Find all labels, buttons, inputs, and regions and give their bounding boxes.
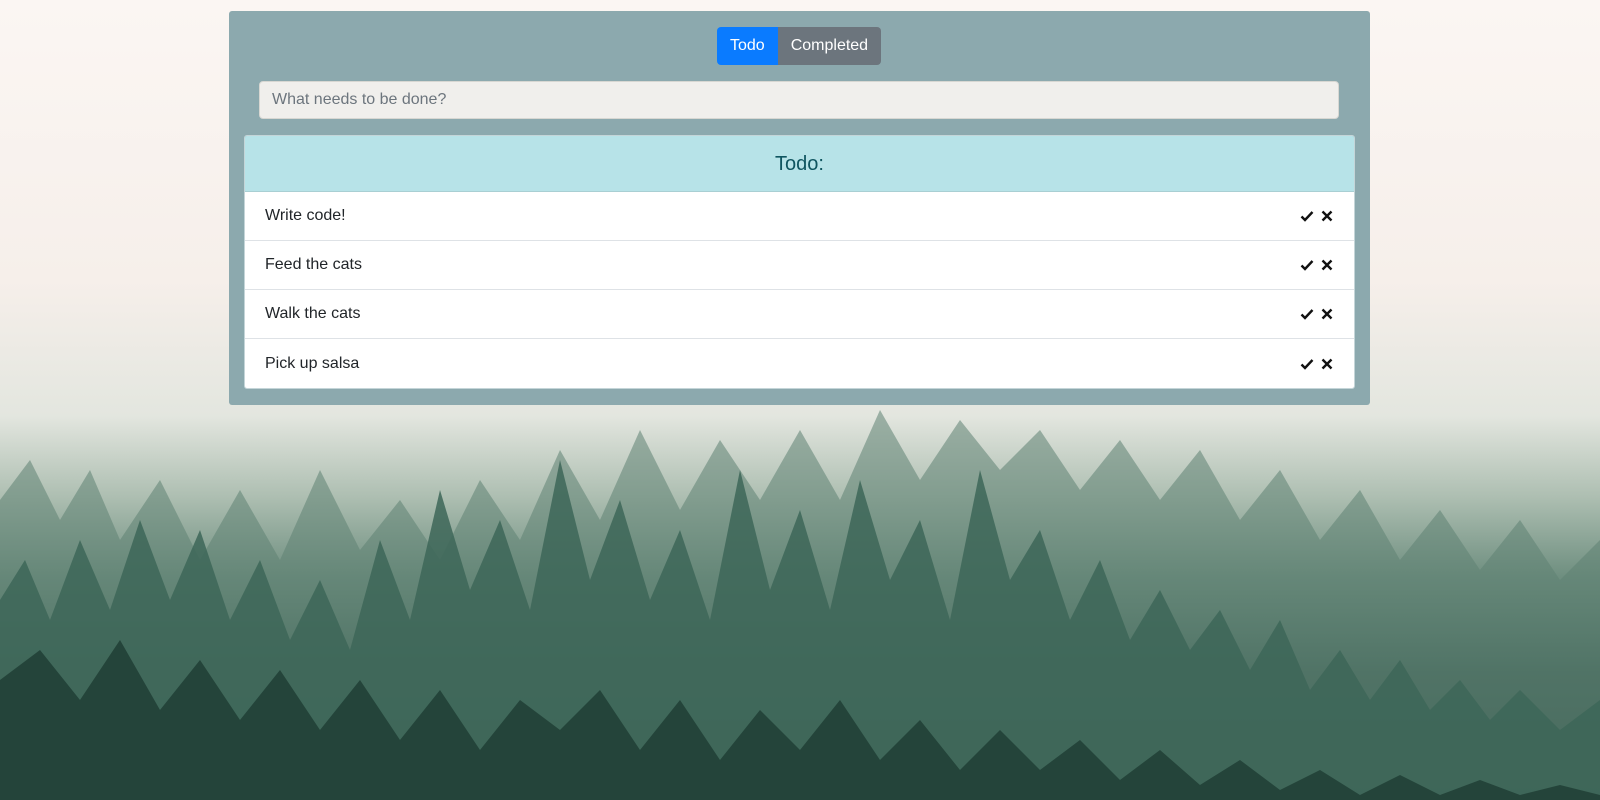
- list-item: Write code!: [245, 192, 1354, 241]
- new-todo-input[interactable]: [259, 81, 1339, 119]
- list-item: Feed the cats: [245, 241, 1354, 290]
- close-icon[interactable]: [1320, 258, 1334, 272]
- check-icon[interactable]: [1300, 307, 1314, 321]
- list-item: Walk the cats: [245, 290, 1354, 339]
- tab-todo[interactable]: Todo: [717, 27, 778, 65]
- item-label: Walk the cats: [265, 305, 361, 322]
- item-label: Feed the cats: [265, 256, 362, 273]
- close-icon[interactable]: [1320, 307, 1334, 321]
- view-toggle: Todo Completed: [717, 27, 882, 65]
- item-label: Pick up salsa: [265, 354, 360, 372]
- close-icon[interactable]: [1320, 209, 1334, 223]
- tab-completed[interactable]: Completed: [777, 27, 882, 65]
- check-icon[interactable]: [1300, 258, 1314, 272]
- list-heading: Todo:: [245, 136, 1354, 192]
- list-item: Pick up salsa: [245, 339, 1354, 388]
- todo-list: Todo: Write code! Feed the cats Walk the…: [244, 135, 1355, 389]
- item-label: Write code!: [265, 207, 346, 224]
- check-icon[interactable]: [1300, 357, 1314, 371]
- check-icon[interactable]: [1300, 209, 1314, 223]
- close-icon[interactable]: [1320, 357, 1334, 371]
- todo-panel: Todo Completed Todo: Write code! Feed th…: [229, 11, 1370, 405]
